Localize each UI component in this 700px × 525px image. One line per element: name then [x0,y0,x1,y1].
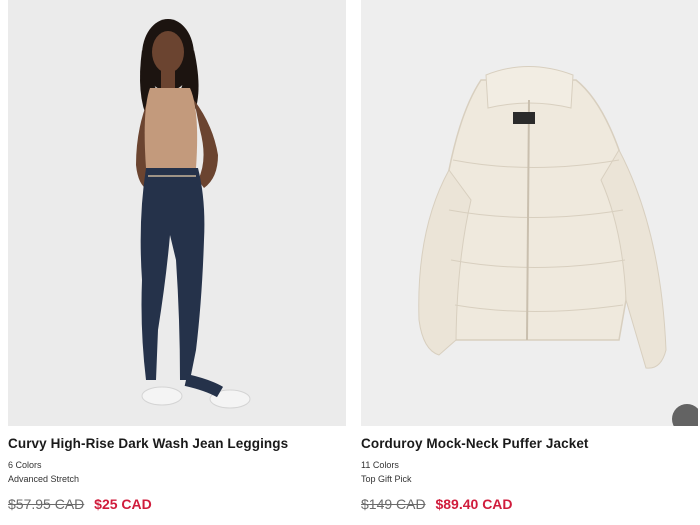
product-tag: Advanced Stretch [8,474,80,484]
product-colors: 6 Colors [8,460,42,470]
product-prices: $57.95 CAD $25 CAD [8,496,346,512]
product-title[interactable]: Corduroy Mock-Neck Puffer Jacket [361,436,698,451]
model-jeans-illustration [136,19,251,409]
sale-price: $25 CAD [94,496,152,512]
product-image[interactable] [8,0,346,426]
product-meta: 6 Colors Advanced Stretch [8,458,346,486]
product-title[interactable]: Curvy High-Rise Dark Wash Jean Leggings [8,436,346,451]
product-card[interactable]: Corduroy Mock-Neck Puffer Jacket 11 Colo… [361,0,698,512]
product-tag: Top Gift Pick [361,474,412,484]
puffer-jacket-illustration [418,66,667,369]
product-card[interactable]: Curvy High-Rise Dark Wash Jean Leggings … [8,0,346,512]
product-grid: Curvy High-Rise Dark Wash Jean Leggings … [0,0,700,525]
product-meta: 11 Colors Top Gift Pick [361,458,698,486]
old-price: $149 CAD [361,496,426,512]
product-image[interactable] [361,0,698,426]
circle-arrow-icon[interactable] [672,404,698,426]
product-prices: $149 CAD $89.40 CAD [361,496,698,512]
sale-price: $89.40 CAD [435,496,513,512]
old-price: $57.95 CAD [8,496,85,512]
product-colors: 11 Colors [361,460,399,470]
